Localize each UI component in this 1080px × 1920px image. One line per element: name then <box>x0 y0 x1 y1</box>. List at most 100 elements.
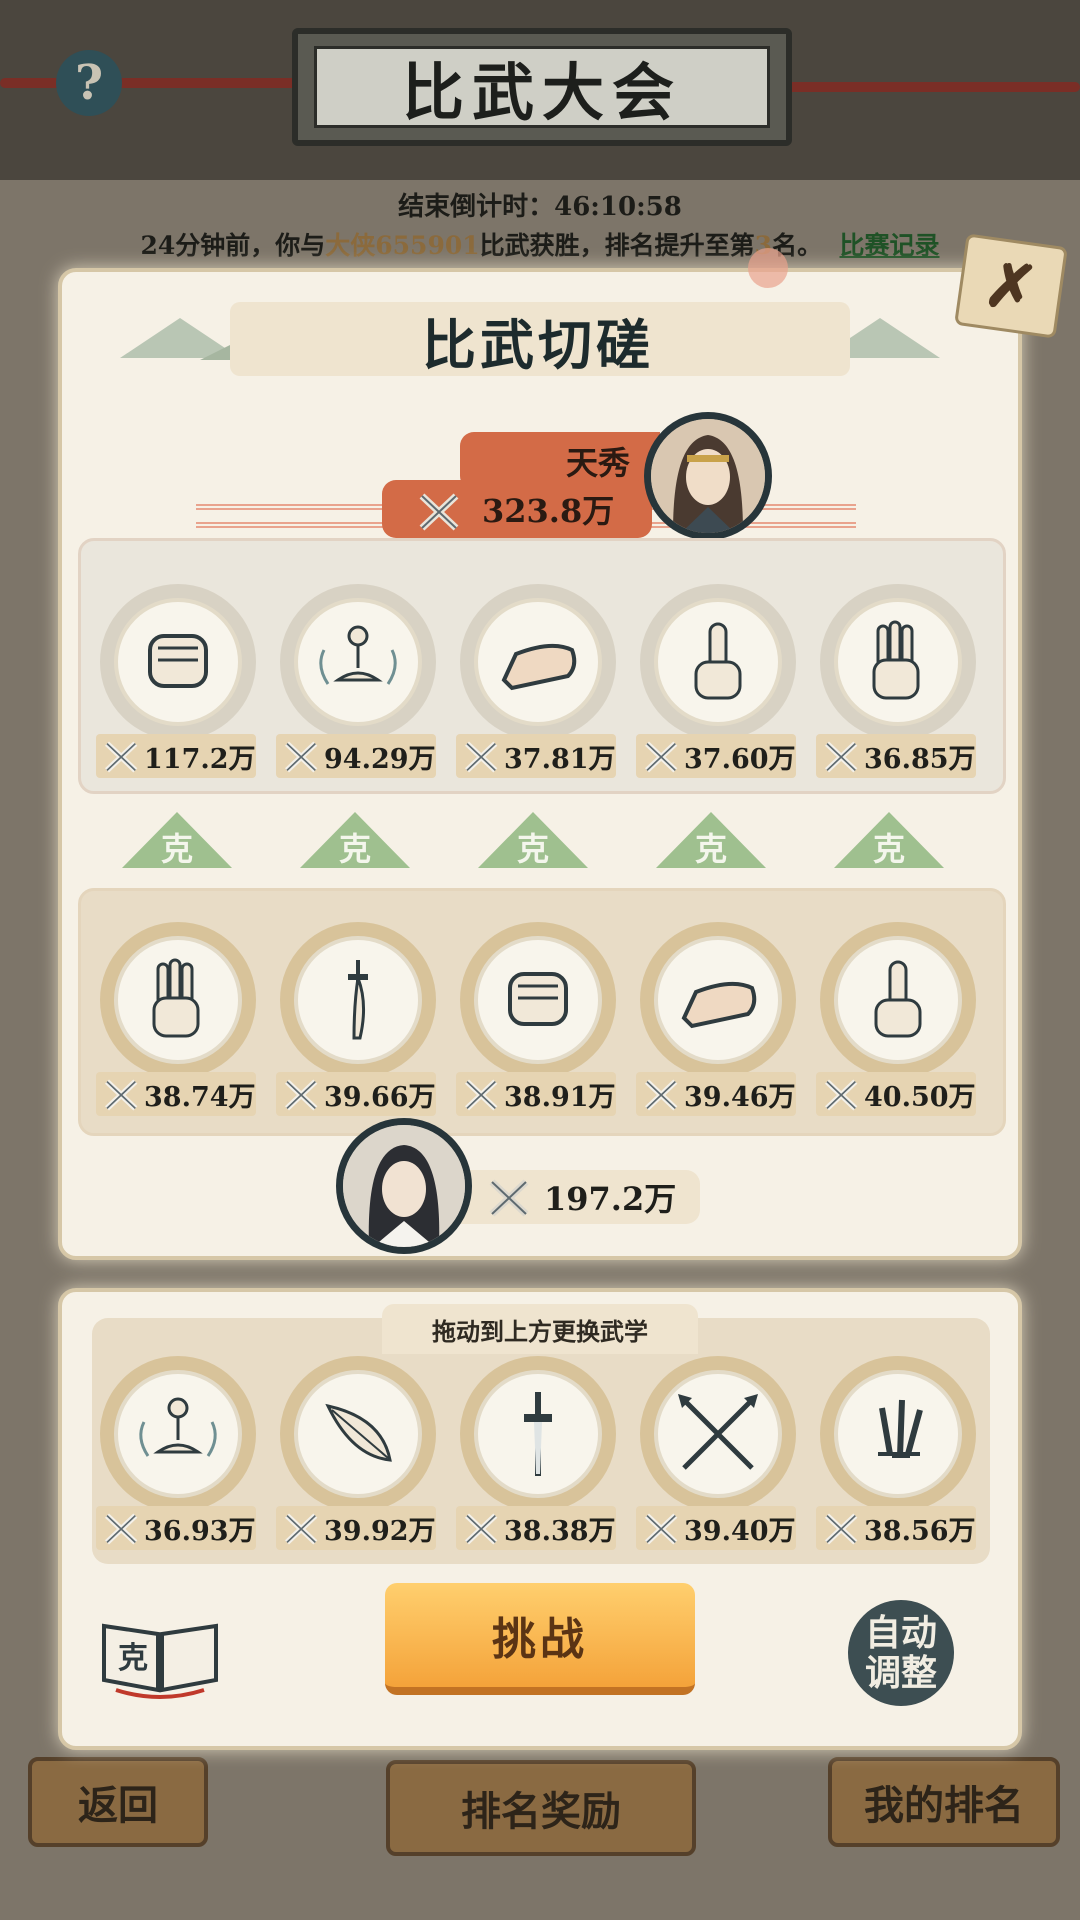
sun-decor <box>748 248 788 288</box>
crossed-swords-icon <box>645 741 678 773</box>
crossed-swords-icon <box>105 1079 138 1111</box>
counter-marker: 克 <box>122 812 232 868</box>
skill-power-value: 40.50万 <box>864 1081 976 1113</box>
inventory-skill-power: 39.92万 <box>276 1506 436 1550</box>
daggers-icon <box>878 1399 923 1458</box>
challenge-button[interactable]: 挑战 <box>385 1583 695 1695</box>
counter-label: 克 <box>872 830 905 868</box>
opponent-power: 323.8万 <box>482 492 615 530</box>
skill-power-value: 38.74万 <box>144 1081 256 1113</box>
skill-power-value: 38.91万 <box>504 1081 616 1113</box>
skill-power-value: 36.93万 <box>144 1515 256 1547</box>
player-skill-power: 39.46万 <box>636 1072 796 1116</box>
auto-adjust-label: 自动调整 <box>864 1612 937 1694</box>
player-portrait-icon <box>343 1125 465 1247</box>
my-rank-button[interactable]: 我的排名 <box>828 1757 1060 1847</box>
shoe-icon <box>501 643 577 691</box>
player-skill-slot[interactable] <box>640 922 796 1078</box>
skill-power-value: 117.2万 <box>144 743 256 775</box>
inventory-skill-slot[interactable] <box>100 1356 256 1512</box>
inventory-skill-slot[interactable] <box>820 1356 976 1512</box>
auto-adjust-button[interactable]: 自动调整 <box>848 1600 954 1706</box>
skill-power-value: 94.29万 <box>324 743 436 775</box>
rank-rewards-button[interactable]: 排名奖励 <box>386 1760 696 1856</box>
player-skill-slot[interactable] <box>460 922 616 1078</box>
opponent-skill-slot[interactable] <box>460 584 616 740</box>
countdown-value: 46:10:58 <box>554 192 682 222</box>
crossed-swords-icon <box>285 1079 318 1111</box>
crossed-swords-icon <box>465 1079 498 1111</box>
player-skill-power: 39.66万 <box>276 1072 436 1116</box>
skill-ring <box>474 1370 602 1498</box>
crossed-swords-icon <box>285 1513 318 1545</box>
title-board: 比武大会 <box>292 28 792 146</box>
skill-book-button[interactable]: 克 <box>96 1604 224 1700</box>
crossed-swords-icon <box>825 1513 858 1545</box>
inventory-skill-power: 38.56万 <box>816 1506 976 1550</box>
skill-power-value: 39.40万 <box>684 1515 796 1547</box>
opponent-skill-slot[interactable] <box>640 584 796 740</box>
crossed-swords-icon <box>419 493 459 531</box>
skill-ring <box>654 598 782 726</box>
player-skill-slot[interactable] <box>820 922 976 1078</box>
news-prefix: 24分钟前，你与 <box>140 231 326 260</box>
news-opponent: 大侠655901 <box>325 231 480 260</box>
crossed-swords-icon <box>489 1179 529 1217</box>
inventory-skill-slot[interactable] <box>280 1356 436 1512</box>
skill-ring <box>834 936 962 1064</box>
close-button[interactable]: ✗ <box>954 233 1068 339</box>
help-button[interactable]: ? <box>56 50 122 116</box>
x-mark-icon: ✗ <box>980 246 1042 326</box>
skill-ring <box>114 936 242 1064</box>
book-label: 克 <box>118 1641 148 1676</box>
inventory-skill-slot[interactable] <box>460 1356 616 1512</box>
opponent-skill-slot[interactable] <box>820 584 976 740</box>
palm-icon <box>152 958 200 1038</box>
counter-marker: 克 <box>300 812 410 868</box>
skill-ring <box>474 936 602 1064</box>
fist-icon <box>148 634 208 688</box>
crossed-swords-icon <box>465 1513 498 1545</box>
skill-power-value: 39.66万 <box>324 1081 436 1113</box>
skill-power-value: 39.92万 <box>324 1515 436 1547</box>
skill-power-value: 37.60万 <box>684 743 796 775</box>
crossed-swords-icon <box>285 741 318 773</box>
meditation-icon <box>139 1397 217 1457</box>
opponent-skill-power: 36.85万 <box>816 734 976 778</box>
rope-right <box>780 82 1080 92</box>
opponent-skill-power: 37.81万 <box>456 734 616 778</box>
player-power-tag: 197.2万 <box>440 1170 700 1224</box>
counter-label: 克 <box>694 830 727 868</box>
fist-icon <box>508 972 568 1026</box>
match-record-link[interactable]: 比赛记录 <box>840 231 940 260</box>
opponent-skill-slot[interactable] <box>280 584 436 740</box>
crossed-swords-icon <box>825 741 858 773</box>
crossed-swords-icon <box>105 741 138 773</box>
player-skill-slot[interactable] <box>280 922 436 1078</box>
skill-ring <box>654 936 782 1064</box>
skill-ring <box>294 1370 422 1498</box>
opponent-skill-slot[interactable] <box>100 584 256 740</box>
sword-icon <box>524 1392 552 1476</box>
feather-icon <box>325 1403 392 1462</box>
player-skill-power: 40.50万 <box>816 1072 976 1116</box>
dialog-title: 比武切磋 <box>422 312 654 377</box>
player-power: 197.2万 <box>544 1180 677 1218</box>
crossed-spears-icon <box>678 1394 758 1470</box>
inventory-skill-power: 36.93万 <box>96 1506 256 1550</box>
news-mid: 比武获胜，排名提升至第 <box>479 231 755 260</box>
inventory-skill-slot[interactable] <box>640 1356 796 1512</box>
counter-label: 克 <box>516 830 549 868</box>
player-skill-slot[interactable] <box>100 922 256 1078</box>
back-button[interactable]: 返回 <box>28 1757 208 1847</box>
skill-power-value: 38.56万 <box>864 1515 976 1547</box>
inventory-skill-power: 39.40万 <box>636 1506 796 1550</box>
skill-ring <box>474 598 602 726</box>
skill-power-value: 38.38万 <box>504 1515 616 1547</box>
page-title: 比武大会 <box>314 46 770 129</box>
skill-ring <box>654 1370 782 1498</box>
player-avatar <box>336 1118 472 1254</box>
countdown-label: 结束倒计时： <box>398 192 555 222</box>
opponent-skill-power: 37.60万 <box>636 734 796 778</box>
skill-ring <box>834 598 962 726</box>
